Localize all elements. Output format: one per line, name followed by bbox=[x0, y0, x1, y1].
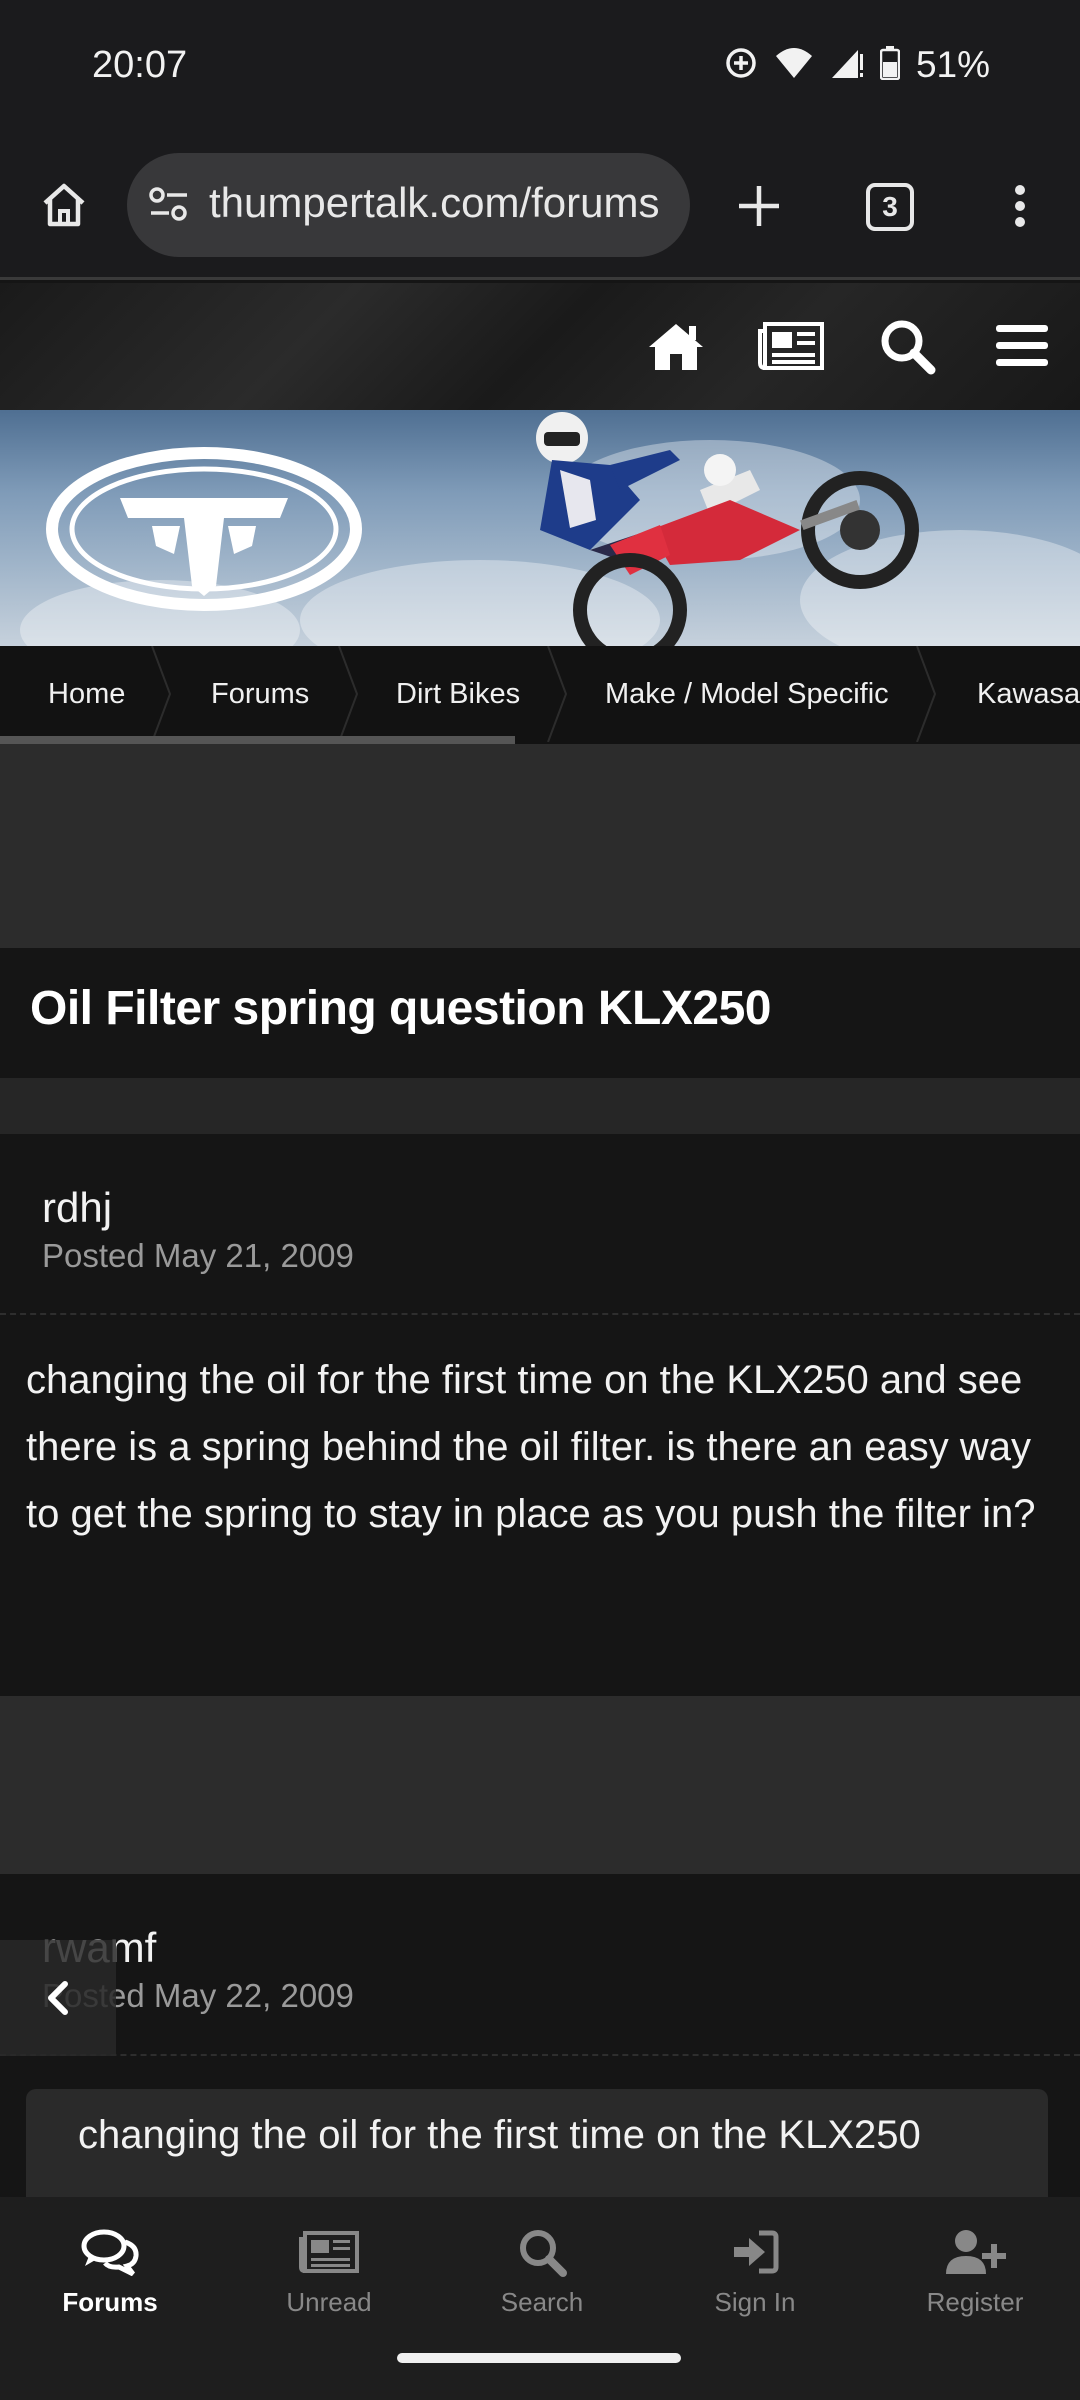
bottom-nav-forums[interactable]: Forums bbox=[2, 2197, 218, 2335]
bottom-nav-sign-in[interactable]: Sign In bbox=[647, 2197, 863, 2335]
battery-percent: 51% bbox=[915, 44, 990, 85]
chevron-left-icon bbox=[48, 1981, 68, 2015]
user-plus-icon bbox=[946, 2230, 1006, 2274]
address-bar[interactable]: thumpertalk.com/forums bbox=[127, 153, 690, 257]
breadcrumb-dirt-bikes[interactable]: Dirt Bikes bbox=[396, 646, 520, 742]
breadcrumb-scroll-indicator bbox=[0, 736, 515, 744]
bottom-nav-label: Unread bbox=[286, 2287, 372, 2317]
plus-icon bbox=[739, 186, 779, 226]
hamburger-icon bbox=[996, 325, 1048, 366]
wifi-icon bbox=[774, 46, 814, 85]
ad-space bbox=[0, 744, 1080, 948]
topic-header: Oil Filter spring question KLX250 bbox=[0, 948, 1080, 1078]
gesture-area bbox=[0, 2335, 1080, 2400]
sign-in-icon bbox=[734, 2230, 779, 2274]
post-divider bbox=[0, 1313, 1080, 1315]
battery-icon bbox=[879, 45, 901, 85]
post-date: Posted May 21, 2009 bbox=[42, 1237, 354, 1274]
newspaper-icon bbox=[299, 2231, 359, 2273]
house-icon bbox=[649, 324, 703, 370]
browser-toolbar: thumpertalk.com/forums 3 bbox=[0, 135, 1080, 280]
search-icon bbox=[881, 320, 936, 375]
breadcrumb-kawasaki[interactable]: Kawasaki bbox=[977, 646, 1080, 742]
tab-switcher-button[interactable]: 3 bbox=[866, 183, 914, 231]
url-text: thumpertalk.com/forums bbox=[209, 179, 660, 226]
section-divider bbox=[0, 1078, 1080, 1134]
gesture-handle[interactable] bbox=[397, 2353, 681, 2363]
bottom-nav-label: Sign In bbox=[714, 2287, 796, 2317]
new-tab-button[interactable] bbox=[724, 171, 794, 241]
status-icons: 51% bbox=[724, 44, 990, 86]
post-body: changing the oil for the first time on t… bbox=[26, 1358, 1036, 1536]
post-quote: changing the oil for the first time on t… bbox=[26, 2089, 1048, 2209]
quote-text: changing the oil for the first time on t… bbox=[78, 2113, 921, 2157]
status-time: 20:07 bbox=[92, 44, 188, 86]
breadcrumb-make-model-specific[interactable]: Make / Model Specific bbox=[605, 646, 889, 742]
breadcrumb: Home Forums Dirt Bikes Make / Model Spec… bbox=[0, 646, 1080, 744]
site-header bbox=[0, 283, 1080, 410]
more-vert-icon bbox=[1015, 185, 1025, 227]
browser-home-button[interactable] bbox=[30, 171, 98, 239]
signal-icon bbox=[830, 46, 864, 85]
site-menu-button[interactable] bbox=[994, 313, 1050, 379]
site-activity-button[interactable] bbox=[756, 313, 826, 379]
bottom-nav-label: Register bbox=[926, 2287, 1024, 2317]
bottom-nav-label: Search bbox=[500, 2287, 584, 2317]
data-saver-icon bbox=[724, 46, 758, 85]
browser-menu-button[interactable] bbox=[1000, 171, 1040, 241]
breadcrumb-forums[interactable]: Forums bbox=[211, 646, 309, 742]
home-icon bbox=[43, 183, 85, 227]
site-banner bbox=[0, 410, 1080, 646]
bottom-nav-label: Forums bbox=[62, 2287, 158, 2317]
site-home-button[interactable] bbox=[645, 313, 707, 379]
chat-bubbles-icon bbox=[81, 2229, 139, 2276]
motocross-rider-image bbox=[536, 412, 919, 646]
search-icon bbox=[520, 2230, 567, 2277]
breadcrumb-separator-icon bbox=[916, 646, 937, 742]
post-author[interactable]: rdhj bbox=[42, 1184, 112, 1232]
newspaper-icon bbox=[758, 322, 824, 370]
thumpertalk-logo[interactable] bbox=[44, 446, 364, 612]
site-settings-icon[interactable] bbox=[147, 183, 191, 232]
page-title: Oil Filter spring question KLX250 bbox=[30, 982, 771, 1035]
breadcrumb-home[interactable]: Home bbox=[48, 646, 125, 742]
breadcrumb-separator-icon bbox=[151, 646, 172, 742]
post-divider bbox=[0, 2054, 1080, 2056]
status-bar: 20:07 51% bbox=[0, 0, 1080, 135]
breadcrumb-separator-icon bbox=[547, 646, 568, 742]
back-button[interactable] bbox=[0, 1940, 116, 2056]
ad-space bbox=[0, 1696, 1080, 1874]
bottom-nav-register[interactable]: Register bbox=[867, 2197, 1080, 2335]
bottom-nav-unread[interactable]: Unread bbox=[221, 2197, 437, 2335]
breadcrumb-separator-icon bbox=[338, 646, 359, 742]
bottom-navigation: Forums Unread Search Sign In Register bbox=[0, 2197, 1080, 2335]
bottom-nav-search[interactable]: Search bbox=[434, 2197, 650, 2335]
site-search-button[interactable] bbox=[876, 313, 938, 379]
post: rdhj Posted May 21, 2009 changing the oi… bbox=[0, 1134, 1080, 1696]
